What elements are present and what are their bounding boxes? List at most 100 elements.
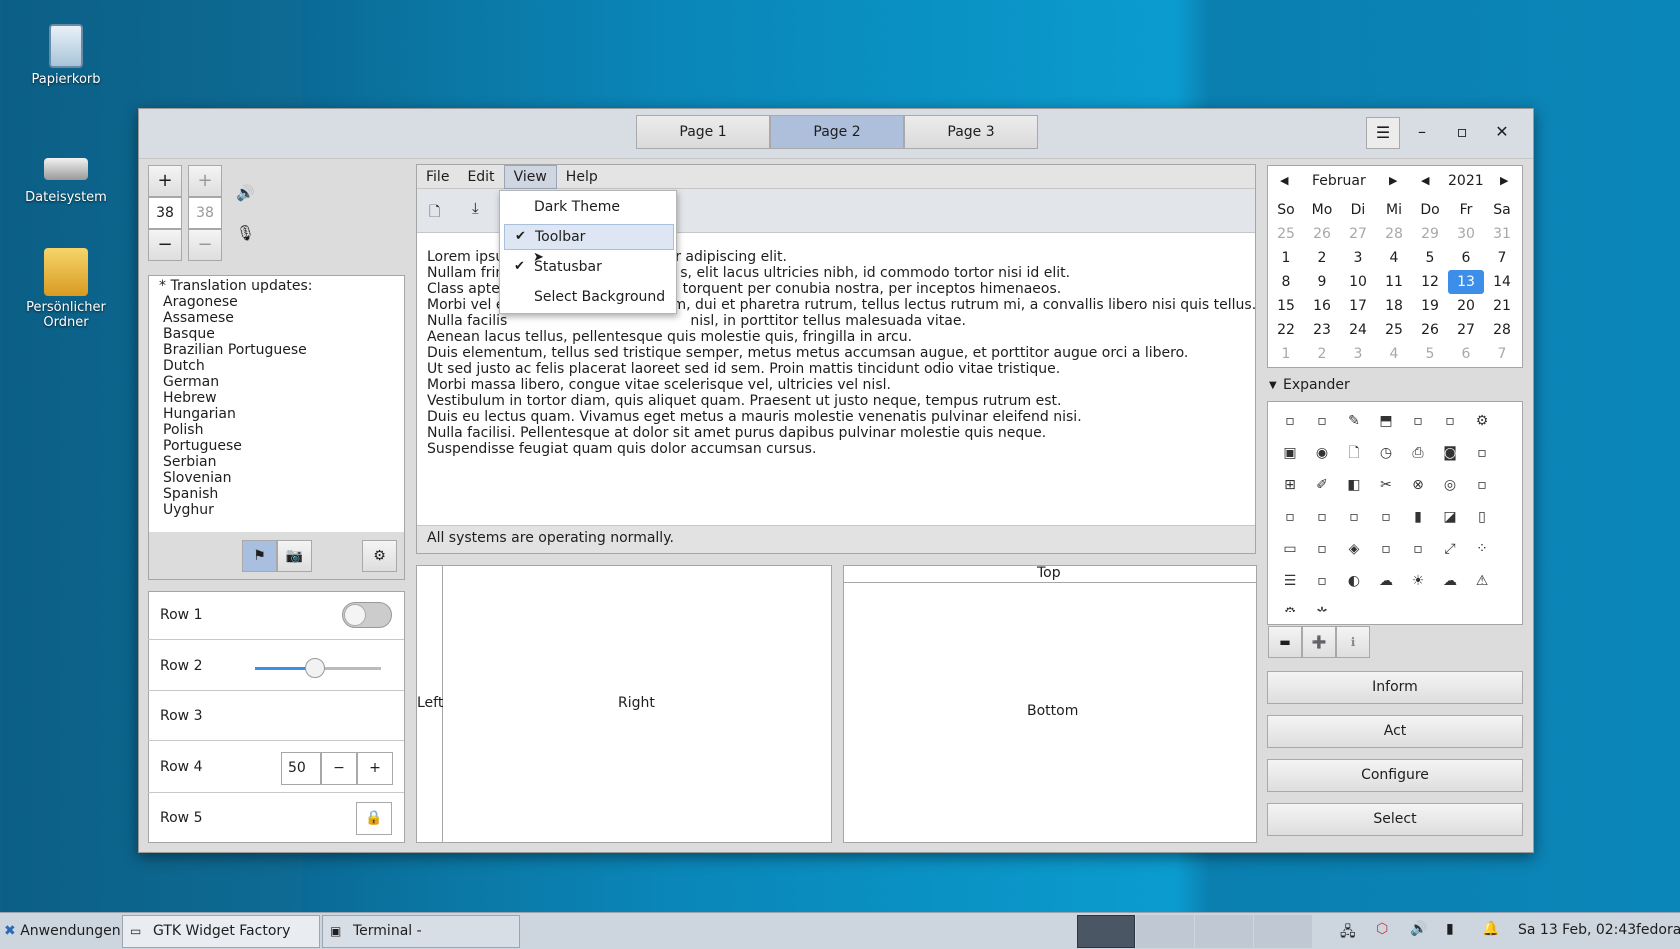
notification-bell-icon[interactable]: 🔔 — [1482, 921, 1499, 937]
snowflake-icon[interactable]: ✲ — [1311, 602, 1333, 612]
calendar-day[interactable]: 19 — [1412, 294, 1448, 318]
select-button[interactable]: Select — [1267, 803, 1523, 836]
network-icon[interactable]: 🖧 — [1340, 921, 1356, 945]
task-gtk-widget-factory[interactable]: ▭ GTK Widget Factory — [122, 915, 320, 948]
desktop-icon-trash[interactable]: Papierkorb — [6, 24, 126, 87]
network-icon[interactable]: ◪ — [1439, 506, 1461, 528]
calendar-day[interactable]: 1 — [1268, 246, 1304, 270]
image-missing-icon[interactable]: ▫ — [1311, 570, 1333, 592]
phone-icon[interactable]: ▯ — [1471, 506, 1493, 528]
list-item[interactable]: Polish — [163, 422, 404, 438]
image-missing-icon[interactable]: ▫ — [1439, 410, 1461, 432]
record-icon[interactable]: ◎ — [1439, 474, 1461, 496]
calendar-day[interactable]: 27 — [1448, 318, 1484, 342]
month-next-icon[interactable]: ▶ — [1389, 174, 1397, 187]
cloud-icon[interactable]: ☁ — [1375, 570, 1397, 592]
image-missing-icon[interactable]: ▫ — [1407, 410, 1429, 432]
contrast-icon[interactable]: ◐ — [1343, 570, 1365, 592]
row-4-plus-button[interactable]: + — [357, 752, 393, 785]
expander-arrow-icon[interactable]: ▼ — [1269, 380, 1277, 391]
calendar-day[interactable]: 28 — [1376, 222, 1412, 246]
image-missing-icon[interactable]: ▫ — [1375, 538, 1397, 560]
calendar-day[interactable]: 2 — [1304, 342, 1340, 366]
image-missing-icon[interactable]: ▫ — [1311, 506, 1333, 528]
volume-icon[interactable]: 🔊 — [1410, 921, 1427, 937]
calendar-day[interactable]: 4 — [1376, 246, 1412, 270]
calendar-day[interactable]: 17 — [1340, 294, 1376, 318]
webcam-icon[interactable]: ◉ — [1311, 442, 1333, 464]
brush-icon[interactable]: ✐ — [1311, 474, 1333, 496]
user-menu[interactable]: fedora — [1636, 922, 1680, 938]
tab-page-1[interactable]: Page 1 — [636, 115, 770, 149]
spin-a-plus-button[interactable]: + — [148, 165, 182, 197]
menu-help[interactable]: Help — [557, 165, 607, 189]
image-missing-icon[interactable]: ▫ — [1343, 506, 1365, 528]
menu-item-select-background[interactable]: Select Background — [504, 284, 674, 310]
calendar-day[interactable]: 4 — [1376, 342, 1412, 366]
bucket-icon[interactable]: ◈ — [1343, 538, 1365, 560]
image-missing-icon[interactable]: ▫ — [1471, 474, 1493, 496]
tab-page-3[interactable]: Page 3 — [904, 115, 1038, 149]
year-next-icon[interactable]: ▶ — [1500, 174, 1508, 187]
menu-item-toolbar[interactable]: ✔ Toolbar — [504, 224, 674, 250]
printer-icon[interactable]: ▣ — [1279, 442, 1301, 464]
calendar-day[interactable]: 29 — [1412, 222, 1448, 246]
minimize-button[interactable]: – — [1405, 117, 1439, 149]
calendar-day[interactable]: 25 — [1376, 318, 1412, 342]
row-1-switch[interactable] — [342, 602, 392, 628]
expander-label[interactable]: Expander — [1283, 377, 1350, 393]
calendar-day[interactable]: 22 — [1268, 318, 1304, 342]
icon-view-info-button[interactable]: ℹ — [1336, 626, 1370, 658]
scissors-icon[interactable]: ✂ — [1375, 474, 1397, 496]
image-missing-icon[interactable]: ▫ — [1375, 506, 1397, 528]
list-item[interactable]: Hebrew — [163, 390, 404, 406]
desktop-icon-filesystem[interactable]: Dateisystem — [6, 150, 126, 205]
act-button[interactable]: Act — [1267, 715, 1523, 748]
gear-button[interactable]: ⚙ — [362, 540, 397, 572]
calendar-day[interactable]: 7 — [1484, 342, 1520, 366]
calendar-day[interactable]: 31 — [1484, 222, 1520, 246]
workspace-3[interactable] — [1195, 915, 1253, 948]
menu-view[interactable]: View — [503, 165, 557, 189]
calendar-day[interactable]: 27 — [1340, 222, 1376, 246]
workspace-4[interactable] — [1254, 915, 1312, 948]
print-icon[interactable]: ⎙ — [1407, 442, 1429, 464]
workspace-2[interactable] — [1136, 915, 1194, 948]
calendar-day[interactable]: 12 — [1412, 270, 1448, 294]
error-icon[interactable]: ⊗ — [1407, 474, 1429, 496]
scanner-icon[interactable]: ⚙ — [1471, 410, 1493, 432]
menu-edit[interactable]: Edit — [458, 165, 503, 189]
calendar-day[interactable]: 26 — [1304, 222, 1340, 246]
desktop-icon-home[interactable]: Persönlicher Ordner — [6, 248, 126, 330]
calendar-day[interactable]: 8 — [1268, 270, 1304, 294]
pen-icon[interactable]: ✎ — [1343, 410, 1365, 432]
camera-button[interactable]: 📷 — [277, 540, 312, 572]
calendar-day[interactable]: 6 — [1448, 246, 1484, 270]
calendar-day[interactable]: 13 — [1448, 270, 1484, 294]
list-item[interactable]: Basque — [163, 326, 404, 342]
list-item[interactable]: Spanish — [163, 486, 404, 502]
image-missing-icon[interactable]: ▫ — [1311, 538, 1333, 560]
calendar-day[interactable]: 30 — [1448, 222, 1484, 246]
document-export-icon[interactable]: ⬒ — [1375, 410, 1397, 432]
download-icon[interactable]: ⤓ — [472, 199, 479, 217]
calendar-day[interactable]: 26 — [1412, 318, 1448, 342]
image-missing-icon[interactable]: ▫ — [1407, 538, 1429, 560]
maximize-button[interactable]: ▫ — [1445, 117, 1479, 149]
image-missing-icon[interactable]: ▫ — [1471, 442, 1493, 464]
spin-b-plus-button[interactable]: + — [188, 165, 222, 197]
month-prev-icon[interactable]: ◀ — [1280, 174, 1288, 187]
spin-b-minus-button[interactable]: − — [188, 229, 222, 261]
row-5-lock-button[interactable]: 🔒 — [356, 802, 392, 835]
list-item[interactable]: Dutch — [163, 358, 404, 374]
usb-icon[interactable]: ▮ — [1407, 506, 1429, 528]
list-item[interactable]: Slovenian — [163, 470, 404, 486]
row-4-minus-button[interactable]: − — [321, 752, 357, 785]
warning-icon[interactable]: ⚠ — [1471, 570, 1493, 592]
calendar-day[interactable]: 23 — [1304, 318, 1340, 342]
calendar-day[interactable]: 20 — [1448, 294, 1484, 318]
list-item[interactable]: Serbian — [163, 454, 404, 470]
close-button[interactable]: ✕ — [1485, 117, 1519, 149]
list-item[interactable]: German — [163, 374, 404, 390]
monitor-icon[interactable]: ▭ — [1279, 538, 1301, 560]
